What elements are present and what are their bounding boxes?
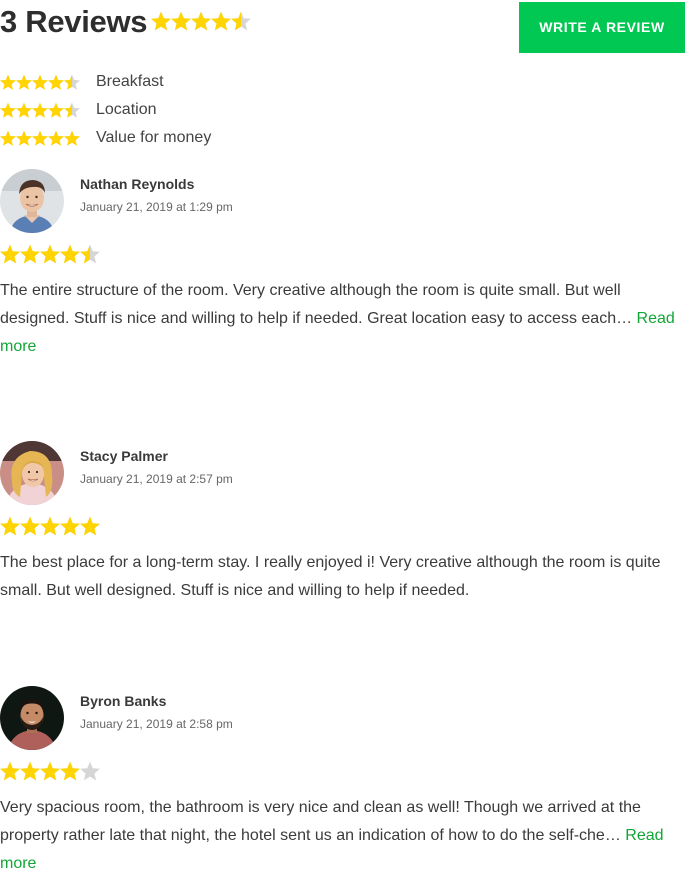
star-filled-icon xyxy=(151,11,171,31)
category-label: Breakfast xyxy=(96,73,164,90)
star-filled-icon xyxy=(0,102,16,118)
star-filled-icon xyxy=(60,761,80,781)
star-filled-icon xyxy=(48,130,64,146)
reviewer-name: Nathan Reynolds xyxy=(80,176,195,192)
category-rating-stars xyxy=(0,74,80,90)
star-filled-icon xyxy=(0,516,20,536)
star-half-icon xyxy=(231,11,251,31)
star-filled-icon xyxy=(48,74,64,90)
review-body: The best place for a long-term stay. I r… xyxy=(0,554,661,599)
reviewer-name: Byron Banks xyxy=(80,693,167,709)
star-filled-icon xyxy=(171,11,191,31)
star-filled-icon xyxy=(32,102,48,118)
review-rating-stars xyxy=(0,244,100,264)
star-filled-icon xyxy=(40,244,60,264)
star-filled-icon xyxy=(60,244,80,264)
star-filled-icon xyxy=(20,761,40,781)
star-filled-icon xyxy=(60,516,80,536)
star-half-icon xyxy=(64,74,80,90)
star-filled-icon xyxy=(20,516,40,536)
star-half-icon xyxy=(64,102,80,118)
review-date: January 21, 2019 at 2:58 pm xyxy=(80,717,233,731)
overall-rating-stars xyxy=(151,11,251,31)
review-text: Very spacious room, the bathroom is very… xyxy=(0,794,680,878)
write-review-button[interactable]: WRITE A REVIEW xyxy=(519,2,685,53)
rating-categories: Breakfast Location Value for money xyxy=(0,70,400,154)
star-filled-icon xyxy=(16,74,32,90)
review-rating-stars xyxy=(0,516,100,536)
category-rating-stars xyxy=(0,130,80,146)
star-filled-icon xyxy=(32,130,48,146)
star-filled-icon xyxy=(0,244,20,264)
star-filled-icon xyxy=(48,102,64,118)
star-filled-icon xyxy=(40,516,60,536)
review-text: The best place for a long-term stay. I r… xyxy=(0,549,680,605)
reviewer-name: Stacy Palmer xyxy=(80,448,168,464)
star-filled-icon xyxy=(211,11,231,31)
star-filled-icon xyxy=(32,74,48,90)
star-half-icon xyxy=(80,244,100,264)
star-filled-icon xyxy=(16,130,32,146)
category-label: Location xyxy=(96,101,157,118)
reviews-count-title: 3 Reviews xyxy=(0,4,148,39)
avatar-photo-woman[interactable] xyxy=(0,441,64,505)
review-date: January 21, 2019 at 2:57 pm xyxy=(80,472,233,486)
star-empty-icon xyxy=(80,761,100,781)
review-text: The entire structure of the room. Very c… xyxy=(0,277,680,361)
star-filled-icon xyxy=(20,244,40,264)
review-body: Very spacious room, the bathroom is very… xyxy=(0,799,641,844)
star-filled-icon xyxy=(80,516,100,536)
category-label: Value for money xyxy=(96,129,212,146)
reviews-header: 3 Reviews WRITE A REVIEW xyxy=(0,0,685,54)
review-body: The entire structure of the room. Very c… xyxy=(0,282,633,327)
category-rating-stars xyxy=(0,102,80,118)
review-rating-stars xyxy=(0,761,100,781)
category-row-value-for-money: Value for money xyxy=(0,126,400,154)
category-row-breakfast: Breakfast xyxy=(0,70,400,98)
star-filled-icon xyxy=(0,74,16,90)
avatar-photo-man-beard[interactable] xyxy=(0,686,64,750)
avatar-photo-man[interactable] xyxy=(0,169,64,233)
review-date: January 21, 2019 at 1:29 pm xyxy=(80,200,233,214)
star-filled-icon xyxy=(40,761,60,781)
category-row-location: Location xyxy=(0,98,400,126)
star-filled-icon xyxy=(16,102,32,118)
star-filled-icon xyxy=(191,11,211,31)
star-filled-icon xyxy=(0,761,20,781)
star-filled-icon xyxy=(64,130,80,146)
star-filled-icon xyxy=(0,130,16,146)
